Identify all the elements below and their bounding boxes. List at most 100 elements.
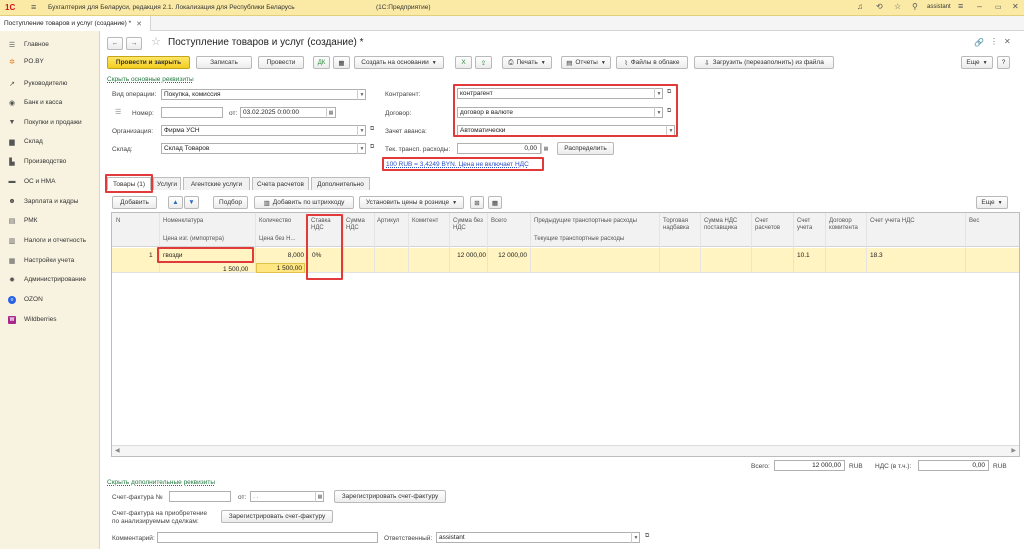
post-button[interactable]: Провести [258, 56, 304, 69]
col-sum-no-vat[interactable]: Сумма без НДС [453, 218, 485, 232]
date-field[interactable]: 03.02.2025 0:00:00 [240, 107, 336, 118]
tab-services[interactable]: Услуги [153, 177, 181, 190]
warehouse-dropdown-icon[interactable]: ▼ [357, 143, 366, 154]
hide-extra-link[interactable]: Скрыть дополнительные реквизиты [107, 479, 215, 486]
calendar-icon[interactable]: ▦ [326, 107, 335, 118]
col-account[interactable]: Счет учета [797, 218, 823, 232]
back-button[interactable]: ← [107, 37, 123, 50]
row-quantity[interactable]: 8,000 [258, 252, 304, 259]
sidebar-item-ozon[interactable]: o OZON [0, 291, 100, 308]
table-more-button[interactable]: Еще ▼ [976, 196, 1008, 209]
org-field[interactable]: Фирма УСН [161, 125, 366, 136]
op-type-dropdown-icon[interactable]: ▼ [357, 89, 366, 100]
sidebar-item-purchases[interactable]: ▼ Покупки и продажи [0, 114, 100, 131]
col-committent[interactable]: Комитент [412, 218, 438, 225]
col-cur-transport[interactable]: Текущие транспортные расходы [534, 236, 624, 243]
warehouse-open-icon[interactable]: ⧉ [370, 144, 374, 151]
close-icon[interactable]: ✕ [1012, 2, 1019, 11]
excel-icon[interactable]: X [455, 56, 472, 69]
invoice-date-field[interactable]: . . [250, 491, 324, 502]
print-button[interactable]: ⎙ Печать ▼ [502, 56, 552, 69]
op-type-field[interactable]: Покупка, комиссия [161, 89, 366, 100]
cloud-files-button[interactable]: ⌇ Файлы в облаке [616, 56, 688, 69]
load-file-button[interactable]: ⇩ Загрузить (перезаполнить) из файла [694, 56, 834, 69]
move-up-icon[interactable]: ▲ [168, 196, 183, 209]
row-price[interactable]: 1 500,00 [258, 265, 302, 272]
tab-agent-services[interactable]: Агентские услуги [183, 177, 250, 190]
comment-field[interactable] [157, 532, 378, 543]
register-invoice-purchase-button[interactable]: Зарегистрировать счет-фактуру [221, 510, 333, 523]
select-button[interactable]: Подбор [213, 196, 248, 209]
minimize-icon[interactable]: – [977, 1, 982, 11]
distribute-button[interactable]: Распределить [557, 142, 614, 155]
invoice-number-field[interactable] [169, 491, 231, 502]
maximize-icon[interactable]: ▭ [995, 3, 1002, 11]
sidebar-item-main[interactable]: ☰ Главное [0, 36, 100, 53]
row-manufacturer-price[interactable]: 1 500,00 [223, 266, 248, 273]
col-n[interactable]: N [116, 218, 120, 225]
calendar-table-icon[interactable]: ▦ [488, 196, 502, 209]
col-vat-sum[interactable]: Сумма НДС [346, 218, 372, 232]
bell-icon[interactable]: ♫ [857, 2, 863, 11]
more-options-icon[interactable]: ⋮ [990, 37, 998, 46]
invoice-calendar-icon[interactable]: ▦ [315, 491, 324, 502]
horizontal-scrollbar[interactable]: ◀ ▶ [112, 445, 1019, 456]
sidebar-item-production[interactable]: ▙ Производство [0, 153, 100, 170]
search-icon[interactable]: ⚲ [912, 2, 918, 11]
row-total[interactable]: 12 000,00 [490, 252, 527, 259]
create-based-button[interactable]: Создать на основании ▼ [354, 56, 444, 69]
sidebar-item-warehouse[interactable]: ▆ Склад [0, 133, 100, 150]
barcode-button[interactable]: ▥ Добавить по штрихкоду [254, 196, 354, 209]
row-account[interactable]: 10.1 [797, 252, 810, 259]
main-menu-icon[interactable]: ≡ [31, 2, 36, 12]
col-quantity[interactable]: Количество [259, 218, 291, 225]
warehouse-field[interactable]: Склад Товаров [161, 143, 366, 154]
org-open-icon[interactable]: ⧉ [370, 126, 374, 133]
list-icon[interactable]: ☰ [115, 108, 121, 116]
col-committent-contract[interactable]: Договор комитента [829, 218, 865, 232]
reports-button[interactable]: ▤ Отчеты ▼ [561, 56, 611, 69]
transport-field[interactable]: 0,00 [457, 143, 541, 154]
sidebar-item-assets[interactable]: ▬ ОС и НМА [0, 173, 100, 190]
close-tab-icon[interactable]: ✕ [136, 20, 142, 28]
responsible-open-icon[interactable]: ⧉ [645, 533, 649, 540]
history-icon[interactable]: ⟲ [876, 2, 883, 11]
user-name[interactable]: assistant [927, 4, 951, 10]
sidebar-item-salary[interactable]: ☻ Зарплата и кадры [0, 193, 100, 210]
upload-icon[interactable]: ⇪ [475, 56, 492, 69]
favorite-star-icon[interactable]: ☆ [151, 35, 161, 48]
col-total[interactable]: Всего [491, 218, 507, 225]
add-row-button[interactable]: Добавить [112, 196, 157, 209]
favorites-icon[interactable]: ☆ [894, 2, 901, 11]
window-tab[interactable]: Поступление товаров и услуг (создание) *… [0, 16, 151, 31]
sidebar-item-manager[interactable]: ↗ Руководителю [0, 75, 100, 92]
sidebar-item-accounting-settings[interactable]: ▦ Настройки учета [0, 252, 100, 269]
forward-button[interactable]: → [126, 37, 142, 50]
sidebar-item-admin[interactable]: ✹ Администрирование [0, 271, 100, 288]
move-down-icon[interactable]: ▼ [184, 196, 199, 209]
tab-additional[interactable]: Дополнительно [311, 177, 370, 190]
sidebar-item-poby[interactable]: ✲ PO.BY [0, 53, 100, 70]
col-vat-account[interactable]: Счет учета НДС [870, 218, 915, 225]
number-field[interactable] [161, 107, 223, 118]
hide-main-link[interactable]: Скрыть основные реквизиты [107, 76, 194, 83]
responsible-dropdown-icon[interactable]: ▼ [631, 532, 640, 543]
org-dropdown-icon[interactable]: ▼ [357, 125, 366, 136]
help-button[interactable]: ? [997, 56, 1010, 69]
post-close-button[interactable]: Провести и закрыть [107, 56, 190, 69]
close-form-icon[interactable]: ✕ [1004, 37, 1011, 46]
sidebar-item-rmk[interactable]: ▤ РМК [0, 212, 100, 229]
structure-icon[interactable]: ▦ [333, 56, 350, 69]
col-manufacturer-price[interactable]: Цена изг. (импортера) [163, 236, 224, 243]
transport-calc-icon[interactable]: ▦ [541, 143, 550, 154]
col-settlement-account[interactable]: Счет расчетов [755, 218, 791, 232]
settings-menu-icon[interactable]: ≡ [958, 1, 963, 11]
col-nomenclature[interactable]: Номенклатура [163, 218, 203, 225]
col-weight[interactable]: Вес [969, 218, 979, 225]
more-button[interactable]: Еще ▼ [961, 56, 993, 69]
col-vat-supplier[interactable]: Сумма НДС поставщика [704, 218, 750, 232]
responsible-field[interactable]: assistant [436, 532, 640, 543]
sidebar-item-wildberries[interactable]: W Wildberries [0, 311, 100, 328]
sidebar-item-taxes[interactable]: ▥ Налоги и отчетность [0, 232, 100, 249]
col-markup[interactable]: Торговая надбавка [663, 218, 699, 232]
